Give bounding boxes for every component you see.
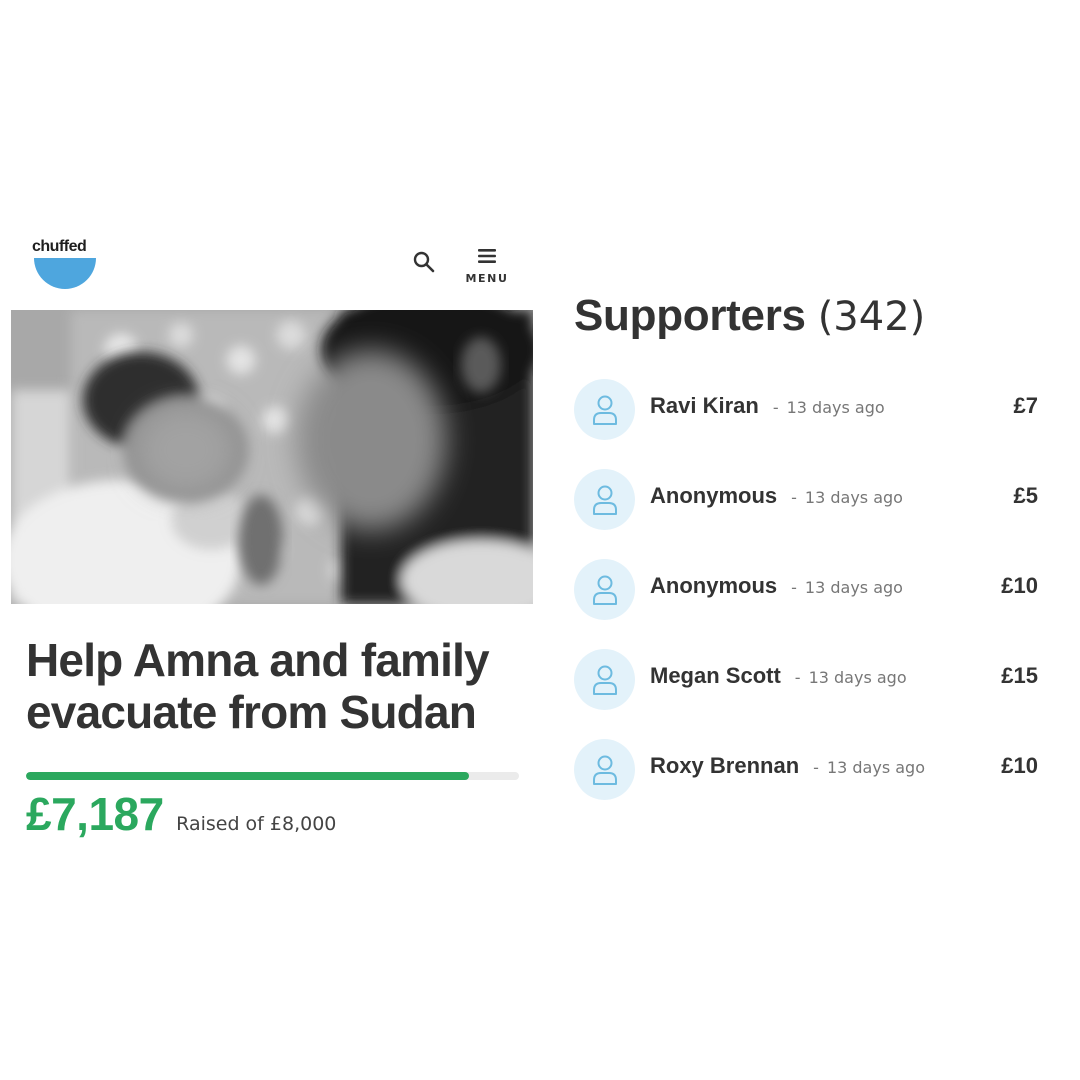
supporter-time: 13 days ago <box>826 758 925 777</box>
separator: - <box>794 668 801 687</box>
supporter-row: Roxy Brennan -13 days ago £10 <box>574 739 1040 801</box>
supporter-amount: £10 <box>1001 753 1038 778</box>
avatar <box>574 739 635 800</box>
supporters-list: Ravi Kiran -13 days ago £7 Anonymous -13 d… <box>574 379 1040 829</box>
bowl-logo-icon <box>34 258 96 289</box>
avatar <box>574 649 635 710</box>
supporter-time: 13 days ago <box>808 668 907 687</box>
supporters-count: (342) <box>817 294 926 340</box>
separator: - <box>772 398 779 417</box>
supporter-name: Ravi Kiran <box>650 393 759 418</box>
chuffed-logo[interactable]: chuffed <box>32 238 98 292</box>
supporter-amount: £15 <box>1001 663 1038 688</box>
user-icon <box>593 575 617 605</box>
funds-summary: £7,187 Raised of £8,000 <box>26 786 336 842</box>
supporter-amount: £7 <box>1013 393 1038 418</box>
user-icon <box>593 485 617 515</box>
funding-progress-fill <box>26 772 469 780</box>
user-icon <box>593 755 617 785</box>
menu-button[interactable]: MENU <box>462 246 512 288</box>
funding-progress-bar <box>26 772 519 780</box>
supporters-title: Supporters <box>574 291 806 340</box>
campaign-title: Help Amna and family evacuate from Sudan <box>26 634 490 738</box>
avatar <box>574 379 635 440</box>
supporter-time: 13 days ago <box>804 578 903 597</box>
supporter-row: Ravi Kiran -13 days ago £7 <box>574 379 1040 441</box>
logo-wordmark: chuffed <box>32 238 87 255</box>
campaign-photo <box>11 310 533 604</box>
supporter-name: Megan Scott <box>650 663 781 688</box>
supporter-time: 13 days ago <box>786 398 885 417</box>
supporter-amount: £10 <box>1001 573 1038 598</box>
search-icon <box>413 251 435 273</box>
supporter-time: 13 days ago <box>804 488 903 507</box>
search-button[interactable] <box>412 250 436 274</box>
separator: - <box>813 758 819 777</box>
supporter-amount: £5 <box>1013 483 1038 508</box>
user-icon <box>593 395 617 425</box>
separator: - <box>791 578 797 597</box>
supporter-name: Anonymous <box>650 483 778 508</box>
supporter-name: Anonymous <box>650 573 778 598</box>
avatar <box>574 469 635 530</box>
raised-of-goal: Raised of £8,000 <box>176 813 337 835</box>
hamburger-icon <box>478 249 496 263</box>
menu-label: MENU <box>465 272 509 285</box>
supporter-name: Roxy Brennan <box>650 753 800 778</box>
raised-amount: £7,187 <box>26 788 164 840</box>
supporter-row: Anonymous -13 days ago £10 <box>574 559 1040 621</box>
supporters-heading: Supporters (342) <box>574 290 925 349</box>
separator: - <box>791 488 797 507</box>
avatar <box>574 559 635 620</box>
supporter-row: Megan Scott -13 days ago £15 <box>574 649 1040 711</box>
user-icon <box>593 665 617 695</box>
supporter-row: Anonymous -13 days ago £5 <box>574 469 1040 531</box>
